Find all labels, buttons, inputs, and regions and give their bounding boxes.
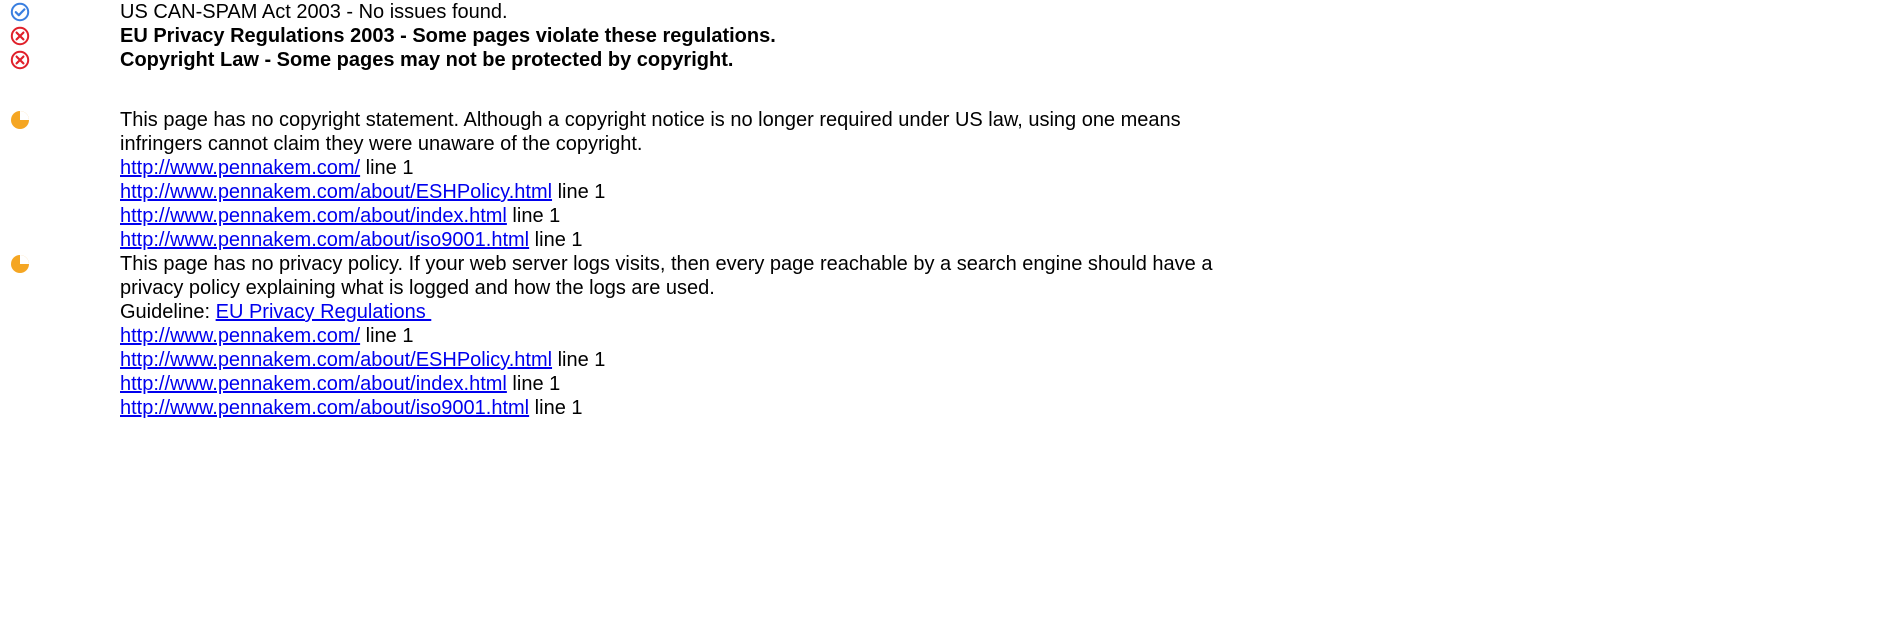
x-circle-icon [10, 50, 30, 70]
page-url-link[interactable]: http://www.pennakem.com/ [120, 157, 360, 179]
guideline-label: Guideline: [120, 301, 216, 323]
line-number-text: line 1 [552, 349, 606, 371]
guideline-line: Guideline: EU Privacy Regulations [120, 300, 1860, 324]
line-number-text: line 1 [360, 157, 414, 179]
issue-copyright-block: This page has no copyright statement. Al… [120, 108, 1860, 252]
line-number-text: line 1 [552, 181, 606, 203]
affected-page-item: http://www.pennakem.com/about/iso9001.ht… [120, 228, 1860, 252]
issue-description-line: This page has no privacy policy. If your… [120, 253, 1213, 275]
warning-pie-icon [11, 255, 29, 273]
summary-eu-privacy-text: EU Privacy Regulations 2003 - Some pages… [120, 25, 776, 47]
page-url-link[interactable]: http://www.pennakem.com/about/ESHPolicy.… [120, 181, 552, 203]
guideline-link[interactable]: EU Privacy Regulations [216, 301, 432, 323]
line-number-text: line 1 [529, 229, 583, 251]
summary-can-spam-text: US CAN-SPAM Act 2003 - No issues found. [120, 1, 508, 23]
affected-page-item: http://www.pennakem.com/about/ESHPolicy.… [120, 348, 1860, 372]
page-url-link[interactable]: http://www.pennakem.com/about/iso9001.ht… [120, 229, 529, 251]
check-circle-icon [10, 2, 30, 22]
affected-page-item: http://www.pennakem.com/ line 1 [120, 156, 1860, 180]
page-url-link[interactable]: http://www.pennakem.com/about/index.html [120, 373, 507, 395]
issue-privacy-block: This page has no privacy policy. If your… [120, 252, 1860, 420]
page-url-link[interactable]: http://www.pennakem.com/about/index.html [120, 205, 507, 227]
affected-page-item: http://www.pennakem.com/ line 1 [120, 324, 1860, 348]
line-number-text: line 1 [529, 397, 583, 419]
warning-pie-icon [11, 111, 29, 129]
line-number-text: line 1 [506, 205, 561, 227]
issue-description-line: privacy policy explaining what is logged… [120, 277, 715, 299]
affected-page-item: http://www.pennakem.com/about/index.html… [120, 372, 1860, 396]
affected-page-item: http://www.pennakem.com/about/ESHPolicy.… [120, 180, 1860, 204]
page-url-link[interactable]: http://www.pennakem.com/about/ESHPolicy.… [120, 349, 552, 371]
page-url-link[interactable]: http://www.pennakem.com/ [120, 325, 360, 347]
x-circle-icon [10, 26, 30, 46]
affected-page-item: http://www.pennakem.com/about/index.html… [120, 204, 1860, 228]
issue-description-line: infringers cannot claim they were unawar… [120, 133, 643, 155]
summary-copyright-text: Copyright Law - Some pages may not be pr… [120, 49, 734, 71]
issue-description-line: This page has no copyright statement. Al… [120, 109, 1181, 131]
affected-page-item: http://www.pennakem.com/about/iso9001.ht… [120, 396, 1860, 420]
line-number-text: line 1 [506, 373, 561, 395]
line-number-text: line 1 [360, 325, 414, 347]
page-url-link[interactable]: http://www.pennakem.com/about/iso9001.ht… [120, 397, 529, 419]
